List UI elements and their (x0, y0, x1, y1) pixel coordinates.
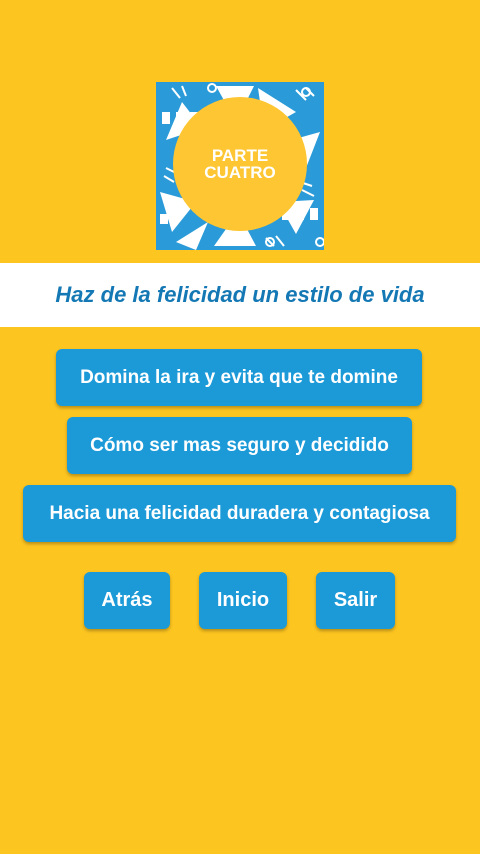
back-button[interactable]: Atrás (84, 572, 170, 629)
menu-button-confidence[interactable]: Cómo ser mas seguro y decidido (67, 417, 412, 474)
menu-button-label: Domina la ira y evita que te domine (80, 366, 398, 388)
back-button-label: Atrás (101, 589, 153, 611)
menu-button-label: Cómo ser mas seguro y decidido (90, 434, 389, 456)
home-button-label: Inicio (216, 589, 270, 611)
exit-button-label: Salir (333, 589, 378, 611)
exit-button[interactable]: Salir (316, 572, 395, 629)
logo-graphic: PARTE CUATRO (156, 82, 324, 250)
page-title: Haz de la felicidad un estilo de vida (55, 282, 425, 307)
part-four-logo: PARTE CUATRO (156, 82, 324, 250)
logo-line-2: CUATRO (204, 163, 275, 182)
menu-button-happiness[interactable]: Hacia una felicidad duradera y contagios… (23, 485, 456, 542)
home-button[interactable]: Inicio (199, 572, 287, 629)
menu-button-anger[interactable]: Domina la ira y evita que te domine (56, 349, 422, 406)
title-banner: Haz de la felicidad un estilo de vida (0, 263, 480, 327)
menu-button-label: Hacia una felicidad duradera y contagios… (49, 502, 430, 524)
